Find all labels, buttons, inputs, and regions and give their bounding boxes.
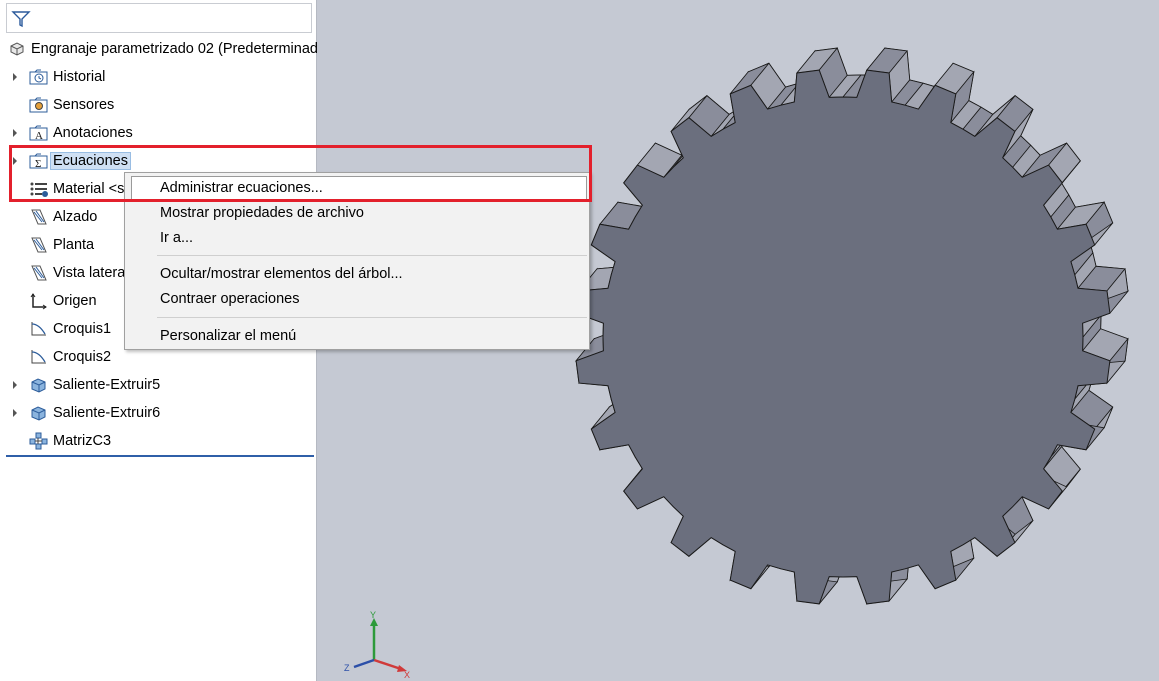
filter-icon	[11, 11, 31, 28]
tree-item-anotaciones[interactable]: A Anotaciones	[0, 119, 316, 147]
sketch-icon	[29, 347, 49, 367]
rollback-bar[interactable]	[6, 455, 314, 457]
tree-item-label: Saliente-Extruir5	[53, 377, 161, 393]
expand-arrow-icon[interactable]	[11, 73, 19, 81]
equations-icon: Σ	[29, 151, 49, 171]
view-triad: Y X Z	[344, 610, 410, 680]
svg-text:Σ: Σ	[35, 158, 41, 170]
menu-item-label: Administrar ecuaciones...	[160, 180, 323, 196]
tree-item-ecuaciones[interactable]: Σ Ecuaciones	[0, 147, 316, 175]
expand-arrow-icon[interactable]	[11, 381, 19, 389]
menu-item-label: Contraer operaciones	[160, 291, 300, 307]
tree-item-label: Historial	[53, 69, 106, 85]
origin-icon	[29, 291, 49, 311]
menu-item-administrar-ecuaciones[interactable]: Administrar ecuaciones...	[131, 176, 587, 200]
tree-item-label: Croquis2	[53, 349, 112, 365]
triad-x-label: X	[404, 670, 410, 680]
tree-item-label: Saliente-Extruir6	[53, 405, 161, 421]
expand-arrow-icon[interactable]	[11, 157, 19, 165]
tree-root-part[interactable]: Engranaje parametrizado 02 (Predetermina…	[0, 35, 326, 63]
menu-item-ir-a[interactable]: Ir a...	[125, 226, 589, 250]
history-folder-icon	[29, 67, 49, 87]
tree-item-label: MatrizC3	[53, 433, 112, 449]
expand-arrow-icon[interactable]	[11, 129, 19, 137]
context-menu: Administrar ecuaciones... Mostrar propie…	[124, 172, 590, 350]
menu-item-label: Mostrar propiedades de archivo	[160, 205, 364, 221]
menu-item-label: Personalizar el menú	[160, 328, 297, 344]
triad-x-axis	[373, 658, 402, 671]
menu-item-personalizar-menu[interactable]: Personalizar el menú	[125, 324, 589, 348]
menu-separator	[157, 255, 587, 256]
part-icon	[7, 39, 27, 59]
menu-item-label: Ocultar/mostrar elementos del árbol...	[160, 266, 403, 282]
menu-item-ocultar-mostrar[interactable]: Ocultar/mostrar elementos del árbol...	[125, 262, 589, 286]
tree-item-label: Origen	[53, 293, 97, 309]
tree-item-label: Alzado	[53, 209, 98, 225]
sensors-icon	[29, 95, 49, 115]
menu-item-contraer-operaciones[interactable]: Contraer operaciones	[125, 287, 589, 311]
tree-item-label: Sensores	[53, 97, 115, 113]
extrude-icon	[29, 403, 49, 423]
tree-root-label: Engranaje parametrizado 02 (Predetermina…	[31, 41, 327, 57]
menu-item-label: Ir a...	[160, 230, 194, 246]
triad-y-label: Y	[370, 610, 376, 620]
circular-pattern-icon	[29, 431, 49, 451]
tree-item-sensores[interactable]: Sensores	[0, 91, 316, 119]
annotations-icon: A	[29, 123, 49, 143]
menu-item-mostrar-propiedades[interactable]: Mostrar propiedades de archivo	[125, 201, 589, 225]
tree-item-label: Material <s	[53, 181, 125, 197]
tree-item-label: Anotaciones	[53, 125, 133, 141]
tree-item-label: Vista lateral	[53, 265, 129, 281]
material-icon	[29, 179, 49, 199]
tree-item-saliente-extruir6[interactable]: Saliente-Extruir6	[0, 399, 316, 427]
tree-filter-input[interactable]	[6, 3, 312, 33]
menu-separator	[157, 317, 587, 318]
tree-item-label: Planta	[53, 237, 95, 253]
tree-item-label-selected: Ecuaciones	[50, 152, 131, 170]
plane-icon	[29, 235, 49, 255]
triad-z-label: Z	[344, 663, 350, 673]
tree-item-saliente-extruir5[interactable]: Saliente-Extruir5	[0, 371, 316, 399]
tree-item-matrizc3[interactable]: MatrizC3	[0, 427, 316, 455]
svg-text:A: A	[35, 130, 43, 142]
tree-item-historial[interactable]: Historial	[0, 63, 316, 91]
tree-item-label: Croquis1	[53, 321, 112, 337]
extrude-icon	[29, 375, 49, 395]
plane-icon	[29, 263, 49, 283]
expand-arrow-icon[interactable]	[11, 409, 19, 417]
triad-z-axis	[353, 658, 375, 669]
plane-icon	[29, 207, 49, 227]
sketch-icon	[29, 319, 49, 339]
